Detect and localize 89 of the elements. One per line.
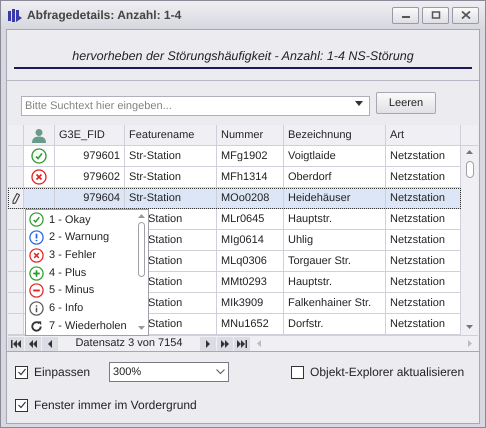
scroll-up-icon[interactable]	[466, 150, 473, 154]
table-cell-text: Netzstation	[390, 232, 446, 248]
scroll-up-icon[interactable]	[138, 214, 144, 218]
dropdown-item[interactable]: 1 - Okay	[26, 211, 134, 229]
table-cell-text: Netzstation	[390, 148, 446, 164]
last-record-button[interactable]	[234, 336, 250, 350]
table-cell-text: MLr0645	[221, 212, 264, 227]
table-cell-text: 979604	[83, 190, 120, 206]
table-cell-text: MMt0293	[221, 274, 267, 290]
table-cell-text: Uhlig	[288, 232, 314, 248]
table-cell-text: Station	[148, 274, 182, 290]
heading: hervorheben der Störungshäufigkeit - Anzahl: 1-4 NS-Störung	[14, 46, 472, 70]
person-icon	[32, 128, 46, 142]
table-cell-text: MIg0614	[221, 232, 264, 248]
first-record-button[interactable]	[8, 336, 24, 350]
search-field[interactable]: Bitte Suchtext hier eingeben...	[21, 96, 370, 116]
table-cell-text: Torgauer Str.	[288, 254, 351, 269]
table-cell-text: Voigtlaide	[288, 148, 336, 164]
checkbox-label: Einpassen	[34, 364, 90, 381]
table-cell-text: Station	[148, 232, 182, 248]
previous-page-button[interactable]	[25, 336, 41, 350]
table-row[interactable]: 979602 Str-Station MFh1314 Oberdorf Netzstation	[8, 167, 461, 188]
dropdown-arrow-icon[interactable]	[355, 101, 363, 106]
app-logo-icon	[7, 7, 23, 23]
minimize-button[interactable]	[392, 6, 419, 24]
checkbox[interactable]	[15, 398, 28, 412]
table-cell-text: Netzstation	[390, 254, 446, 269]
previous-record-button[interactable]	[42, 336, 58, 350]
table-cell-text: MFg1902	[221, 148, 268, 164]
row-indicator[interactable]	[8, 188, 24, 209]
table-cell-text: Station	[148, 296, 182, 311]
table-cell-text: 979602	[83, 170, 120, 185]
rewind-icon	[27, 340, 39, 348]
table-row[interactable]: 979601 Str-Station MFg1902 Voigtlaide Netzstation	[8, 146, 461, 167]
fast-forward-icon	[219, 340, 231, 348]
maximize-button[interactable]	[422, 6, 449, 24]
table-cell-text: 979601	[83, 148, 120, 164]
table-cell-text: Station	[148, 254, 182, 269]
clear-button[interactable]: Leeren	[376, 92, 436, 114]
scroll-left-icon[interactable]	[257, 340, 261, 347]
table-cell-text: Hauptstr.	[288, 212, 332, 227]
table-cell-text: MOo0208	[221, 190, 270, 206]
scroll-down-icon[interactable]	[138, 326, 144, 330]
table-cell-text: Netzstation	[390, 316, 446, 332]
table-cell-text: Heidehäuser	[288, 190, 350, 206]
checkmark-icon	[16, 400, 26, 410]
close-icon	[460, 11, 470, 19]
table-cell-text: Netzstation	[390, 212, 446, 227]
table-cell-text: Hauptstr.	[288, 274, 332, 290]
table-cell-text: Station	[148, 212, 182, 227]
checkbox[interactable]	[291, 366, 304, 378]
table-cell-text: Str-Station	[129, 148, 181, 164]
table-cell-text: MIk3909	[221, 296, 264, 311]
next-page-button[interactable]	[217, 336, 233, 350]
checkbox-label: Fenster immer im Vordergrund	[34, 397, 197, 414]
table-cell-text: Netzstation	[390, 170, 446, 185]
vertical-scrollbar[interactable]	[461, 146, 478, 335]
table-cell-text: Netzstation	[390, 296, 446, 311]
table-cell-text: Oberdorf	[288, 170, 332, 185]
skip-forward-icon	[236, 340, 248, 348]
maximize-icon	[430, 11, 440, 19]
scroll-right-icon[interactable]	[468, 340, 472, 347]
checkbox-label: Objekt-Explorer aktualisieren	[310, 364, 464, 381]
window-title: Abfragedetails: Anzahl: 1-4	[27, 7, 182, 24]
table-cell-text: MLq0306	[221, 254, 267, 269]
scrollbar-thumb[interactable]	[466, 161, 474, 178]
next-record-button[interactable]	[200, 336, 216, 350]
table-cell-text: Str-Station	[129, 190, 181, 206]
chevron-down-icon	[216, 369, 226, 375]
table-row[interactable]: 979604 Str-Station MOo0208 Heidehäuser Netzstation	[8, 188, 461, 209]
skip-back-icon	[10, 340, 22, 348]
dropdown-item[interactable]: 2 - Warnung	[26, 228, 134, 246]
table-cell-text: Netzstation	[390, 190, 446, 206]
record-counter: Datensatz 3 von 7154	[74, 336, 184, 352]
table-cell-text: Str-Station	[129, 170, 181, 185]
checkbox[interactable]	[15, 366, 28, 378]
close-button[interactable]	[452, 6, 479, 24]
scrollbar-thumb[interactable]	[138, 222, 144, 277]
table-cell-text: Netzstation	[390, 274, 446, 290]
scroll-down-icon[interactable]	[466, 325, 473, 329]
pencil-icon	[12, 192, 20, 204]
table-cell-text: Falkenhainer Str.	[288, 296, 372, 311]
table-cell-text: MNu1652	[221, 316, 269, 332]
zoom-select[interactable]: 300%	[109, 362, 230, 382]
table-cell-text: Station	[148, 316, 182, 332]
table-cell-text: MFh1314	[221, 170, 268, 185]
checkmark-icon	[16, 367, 26, 377]
dropdown-item[interactable]: 7 - Wiederholen	[26, 317, 134, 336]
table-cell-text: Dorfstr.	[288, 316, 324, 332]
